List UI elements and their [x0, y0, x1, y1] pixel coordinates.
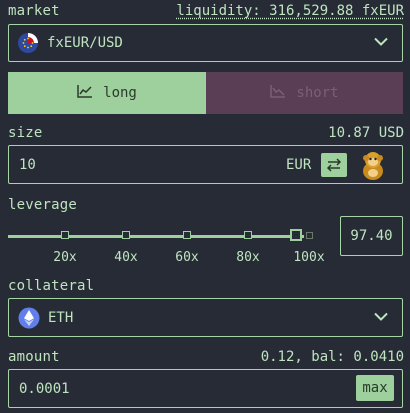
slider-tick — [244, 231, 252, 239]
slider-end-marker — [306, 232, 313, 239]
chevron-down-icon — [374, 36, 388, 51]
size-header: size 10.87 USD — [8, 125, 404, 141]
market-label: market — [8, 3, 60, 19]
tick-label: 80x — [236, 250, 260, 265]
slider-tick — [122, 231, 130, 239]
size-label: size — [8, 125, 43, 141]
chart-up-icon — [77, 84, 93, 102]
size-input-value: 10 — [19, 156, 36, 173]
monkey-mascot-icon[interactable] — [359, 149, 387, 185]
slider-tick — [61, 231, 69, 239]
leverage-value: 97.40 — [350, 228, 393, 244]
slider-tick — [183, 231, 191, 239]
size-unit: EUR — [286, 157, 312, 173]
chart-down-icon — [270, 84, 286, 102]
collateral-select[interactable]: ETH — [8, 298, 403, 337]
slider-thumb[interactable] — [290, 229, 303, 241]
slider-track — [8, 235, 304, 238]
tick-label: 60x — [175, 250, 199, 265]
leverage-input[interactable]: 97.40 — [340, 216, 403, 256]
leverage-label: leverage — [8, 197, 78, 213]
ethereum-icon — [18, 307, 40, 329]
short-label: short — [296, 85, 339, 101]
swap-unit-button[interactable] — [321, 153, 347, 177]
amount-input[interactable]: 0.0001 — [8, 369, 403, 408]
amount-balance: 0.12, bal: 0.0410 — [260, 349, 404, 365]
short-button[interactable]: short — [206, 72, 403, 114]
eu-flag-icon — [17, 32, 39, 54]
size-usd-value: 10.87 USD — [328, 125, 404, 141]
market-select[interactable]: fxEUR/USD — [8, 24, 403, 62]
amount-input-value: 0.0001 — [19, 380, 70, 397]
chevron-down-icon — [374, 310, 388, 325]
amount-label: amount — [8, 349, 60, 365]
long-button[interactable]: long — [8, 72, 206, 114]
tick-label: 100x — [293, 250, 325, 265]
market-header: market liquidity: 316,529.88 fxEUR — [8, 3, 404, 19]
leverage-header: leverage — [8, 197, 404, 213]
amount-header: amount 0.12, bal: 0.0410 — [8, 349, 404, 365]
liquidity-text: liquidity: 316,529.88 fxEUR — [176, 3, 404, 19]
collateral-selected: ETH — [48, 309, 74, 326]
max-button[interactable]: max — [356, 375, 394, 401]
collateral-label: collateral — [8, 278, 95, 294]
tick-label: 20x — [53, 250, 77, 265]
collateral-header: collateral — [8, 278, 404, 294]
tick-label: 40x — [114, 250, 138, 265]
market-selected: fxEUR/USD — [47, 35, 123, 51]
long-label: long — [103, 85, 137, 101]
